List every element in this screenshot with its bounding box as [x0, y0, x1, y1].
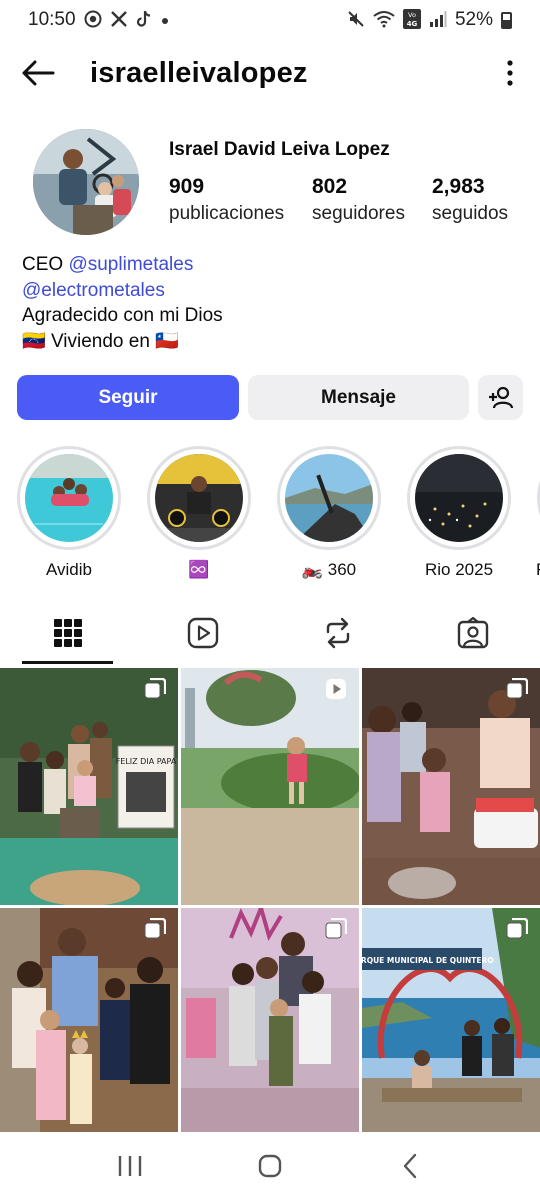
following-label: seguidos	[432, 203, 509, 224]
followers-label: seguidores	[312, 203, 405, 224]
post-thumbnail[interactable]: PARQUE MUNICIPAL DE QUINTERO	[362, 908, 540, 1145]
profile-username: israelleivalopez	[90, 56, 308, 89]
repost-icon	[326, 617, 349, 649]
more-options-button[interactable]	[480, 44, 540, 102]
back-nav-button[interactable]	[380, 1136, 440, 1196]
highlight-moto-360[interactable]: 🏍️ 360	[276, 446, 382, 580]
clock: 10:50	[28, 9, 76, 30]
bio-line-4-text: Viviendo en	[45, 330, 156, 352]
post-thumbnail[interactable]: FELIZ DIA PAPA	[0, 668, 178, 905]
whatsapp-icon	[84, 10, 102, 31]
mute-icon	[347, 10, 365, 31]
bio-line-3: Agradecido con mi Dios	[22, 305, 223, 326]
bio-line-4: 🇻🇪 Viviendo en 🇨🇱	[22, 329, 223, 355]
highlight-thumbnail	[25, 454, 113, 542]
home-icon	[258, 1154, 282, 1178]
avatar[interactable]	[33, 129, 139, 235]
tab-tagged[interactable]	[405, 600, 540, 666]
bio-line-1: CEO @suplimetales	[22, 252, 223, 278]
posts-grid: FELIZ DIA PAPA PARQUE MUNICIPAL DE QUINT…	[0, 668, 540, 1145]
carousel-icon	[325, 917, 348, 945]
svg-text:4G: 4G	[407, 20, 418, 28]
back-icon	[403, 1153, 417, 1179]
status-right: Vo 4G 52%	[347, 8, 512, 32]
post-sign-text: FELIZ DIA PAPA	[116, 757, 177, 766]
highlight-thumbnail	[155, 454, 243, 542]
dot-icon	[160, 12, 170, 29]
system-navigation-bar	[0, 1132, 540, 1200]
posts-label: publicaciones	[169, 203, 285, 224]
tagged-icon	[457, 617, 488, 649]
bio-prefix: CEO	[22, 254, 69, 275]
recents-button[interactable]	[100, 1136, 160, 1196]
stat-following[interactable]: 2,983 seguidos	[432, 174, 532, 228]
profile-stats: 909 publicaciones 802 seguidores 2,983 s…	[169, 174, 532, 228]
carousel-icon	[506, 917, 529, 945]
tiktok-icon	[136, 10, 152, 31]
follow-button[interactable]: Seguir	[17, 375, 239, 420]
status-left: 10:50	[28, 9, 170, 31]
highlight-thumbnail	[415, 454, 503, 542]
highlight-rio-2025[interactable]: Rio 2025	[406, 446, 512, 580]
highlight-label: Avidib	[46, 560, 92, 579]
post-sign-text: PARQUE MUNICIPAL DE QUINTERO	[362, 956, 494, 965]
arrow-left-icon	[22, 60, 55, 86]
more-vertical-icon	[507, 60, 513, 86]
highlight-label: Rio 2025	[424, 560, 494, 579]
tab-reels[interactable]	[135, 600, 270, 666]
volte-icon: Vo 4G	[402, 8, 421, 32]
stat-posts[interactable]: 909 publicaciones	[169, 174, 312, 228]
post-thumbnail[interactable]	[181, 908, 359, 1145]
reel-icon	[325, 678, 347, 705]
recents-icon	[118, 1156, 142, 1176]
chile-flag-icon: 🇨🇱	[155, 330, 179, 352]
carousel-icon	[144, 917, 167, 945]
battery-percent: 52%	[454, 9, 493, 30]
carousel-icon	[506, 677, 529, 705]
highlight-thumbnail	[285, 454, 373, 542]
posts-count: 909	[169, 175, 205, 198]
profile-header: israelleivalopez	[0, 44, 540, 102]
highlight-ring	[17, 446, 121, 550]
post-thumbnail[interactable]	[0, 908, 178, 1145]
highlight-label: ♾️	[188, 560, 210, 579]
followers-count: 802	[312, 175, 348, 198]
home-button[interactable]	[240, 1136, 300, 1196]
highlight-infinity[interactable]: ♾️	[146, 446, 252, 580]
tab-grid[interactable]	[0, 600, 135, 666]
venezuela-flag-icon: 🇻🇪	[22, 330, 46, 352]
post-thumbnail[interactable]	[362, 668, 540, 905]
carousel-icon	[144, 677, 167, 705]
profile-bio: CEO @suplimetales @electrometales Agrade…	[22, 252, 223, 354]
stat-followers[interactable]: 802 seguidores	[312, 174, 432, 228]
highlight-label: R	[536, 560, 540, 580]
mention-link-electrometales[interactable]: @electrometales	[22, 278, 223, 304]
highlight-ring	[277, 446, 381, 550]
profile-full-name: Israel David Leiva Lopez	[169, 139, 390, 160]
battery-icon	[501, 11, 512, 29]
post-thumbnail[interactable]	[181, 668, 359, 905]
grid-icon	[53, 619, 82, 647]
status-bar: 10:50 Vo 4G 52%	[0, 0, 540, 40]
add-person-icon	[488, 386, 513, 408]
back-button[interactable]	[0, 44, 70, 102]
active-tab-indicator	[22, 661, 113, 664]
suggest-people-button[interactable]	[478, 375, 523, 420]
highlight-partial[interactable]: R	[536, 446, 540, 580]
highlight-ring	[147, 446, 251, 550]
story-highlights: Avidib ♾️ 🏍️ 360 Rio 2025 R	[0, 446, 540, 586]
profile-tabs	[0, 600, 540, 666]
tab-reposts[interactable]	[270, 600, 405, 666]
signal-icon	[429, 10, 447, 31]
highlight-label: 🏍️ 360	[301, 560, 357, 579]
highlight-ring	[407, 446, 511, 550]
wifi-icon	[373, 10, 395, 31]
x-icon	[110, 10, 128, 31]
following-count: 2,983	[432, 175, 485, 198]
reels-icon	[187, 617, 218, 649]
mention-link-suplimetales[interactable]: @suplimetales	[68, 254, 193, 275]
svg-text:Vo: Vo	[408, 11, 416, 19]
message-button[interactable]: Mensaje	[248, 375, 469, 420]
highlight-avidib[interactable]: Avidib	[16, 446, 122, 580]
